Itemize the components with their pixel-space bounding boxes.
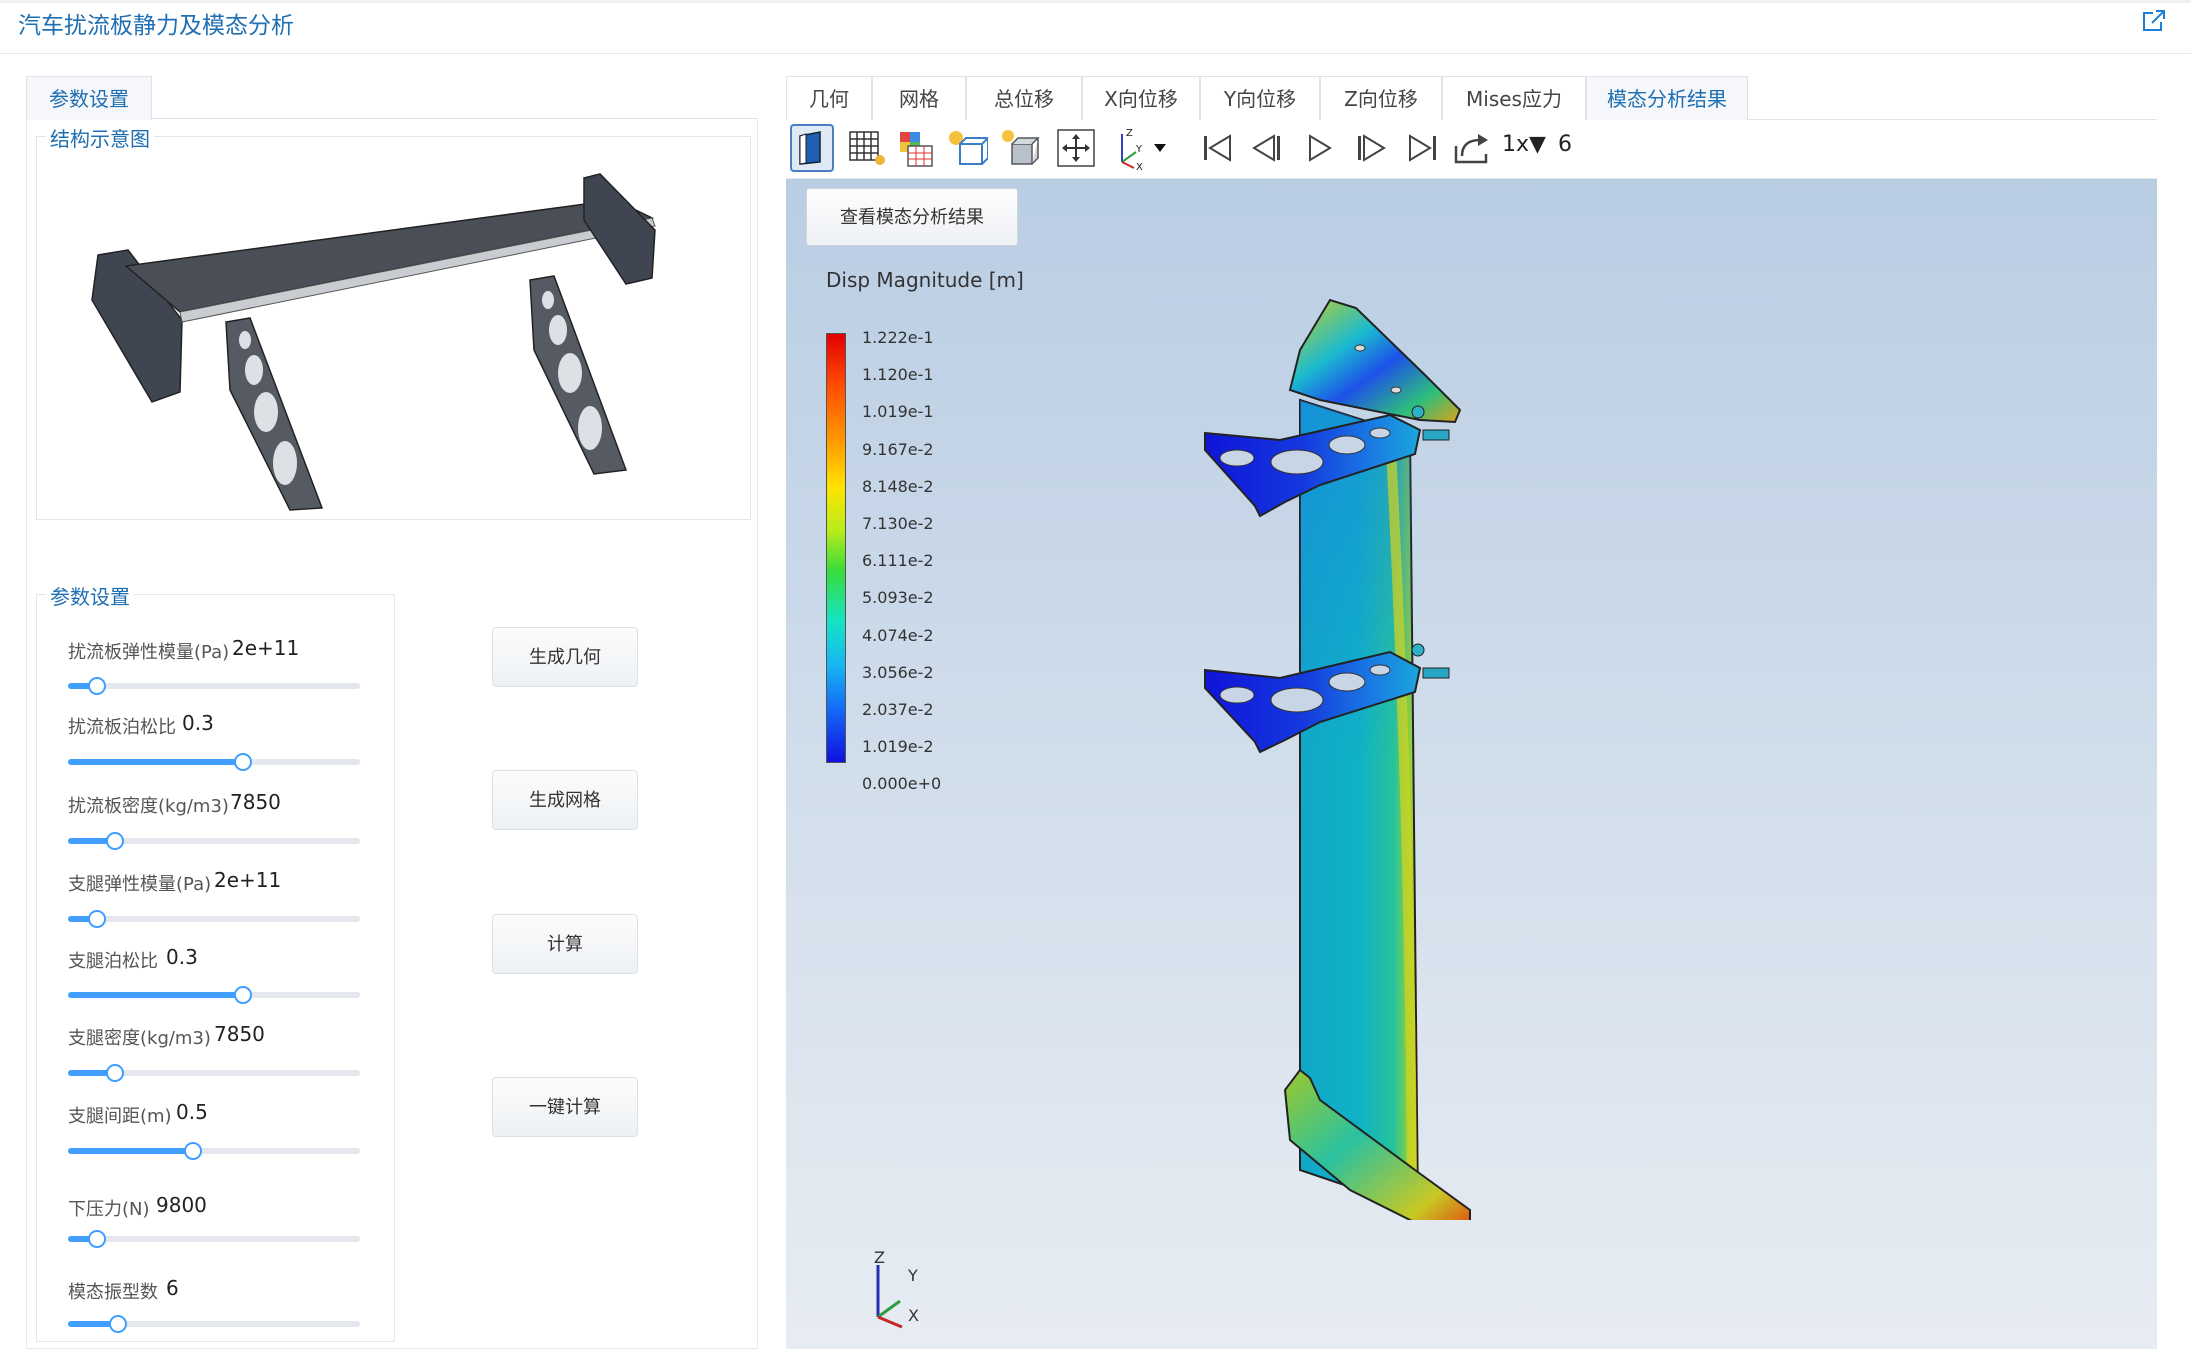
color-scale-label: 6.111e-2 [862, 551, 934, 571]
param-value-spoiler-poisson: 0.3 [182, 711, 214, 735]
tab-parameter-settings[interactable]: 参数设置 [26, 76, 152, 120]
param-value-leg-poisson: 0.3 [166, 945, 198, 969]
param-label-leg-modulus: 支腿弹性模量(Pa) [68, 874, 212, 895]
external-link-icon[interactable] [2141, 8, 2167, 34]
one-click-compute-button[interactable]: 一键计算 [492, 1077, 638, 1137]
tab-total-displacement[interactable]: 总位移 [966, 76, 1082, 120]
light-edges-icon[interactable] [944, 124, 988, 172]
wireframe-light-icon[interactable] [996, 124, 1040, 172]
legend-title: Disp Magnitude [m] [826, 268, 1024, 292]
slider-fill [68, 1148, 193, 1154]
svg-text:Z: Z [1126, 128, 1133, 139]
param-label-leg-density: 支腿密度(kg/m3) [68, 1028, 211, 1049]
param-value-leg-density: 7850 [214, 1022, 265, 1046]
slider-knob[interactable] [88, 910, 106, 928]
surface-view-icon[interactable] [790, 124, 834, 172]
svg-text:Y: Y [1135, 144, 1143, 155]
slider-fill [68, 992, 243, 998]
param-label-spoiler-poisson: 扰流板泊松比 [68, 717, 176, 738]
compute-button[interactable]: 计算 [492, 914, 638, 974]
tab-y-displacement[interactable]: Y向位移 [1200, 76, 1320, 120]
parameter-settings-title: 参数设置 [46, 581, 134, 610]
tab-geometry[interactable]: 几何 [786, 76, 872, 120]
color-scale-label: 3.056e-2 [862, 662, 934, 682]
color-scale-label: 9.167e-2 [862, 439, 934, 459]
tab-mises-stress[interactable]: Mises应力 [1442, 76, 1586, 120]
mesh-view-icon[interactable] [844, 124, 888, 172]
param-label-spoiler-modulus: 扰流板弹性模量(Pa) [68, 642, 230, 663]
tab-modal-analysis-results[interactable]: 模态分析结果 [1586, 76, 1748, 120]
app-header [0, 0, 2191, 54]
view-modal-results-button[interactable]: 查看模态分析结果 [806, 188, 1018, 246]
tab-x-displacement[interactable]: X向位移 [1082, 76, 1200, 120]
generate-mesh-button[interactable]: 生成网格 [492, 770, 638, 830]
svg-text:X: X [1136, 162, 1143, 172]
generate-geometry-button[interactable]: 生成几何 [492, 627, 638, 687]
tab-z-displacement[interactable]: Z向位移 [1320, 76, 1442, 120]
param-value-spoiler-density: 7850 [230, 790, 281, 814]
play-icon[interactable] [1298, 124, 1342, 172]
axis-x-label: X [908, 1306, 919, 1325]
color-scale-label: 1.019e-1 [862, 402, 934, 422]
color-scale-label: 0.000e+0 [862, 774, 942, 794]
slider-knob[interactable] [88, 677, 106, 695]
axis-y-label: Y [908, 1266, 918, 1285]
param-value-leg-modulus: 2e+11 [214, 868, 282, 892]
slider-knob[interactable] [234, 753, 252, 771]
fit-view-icon[interactable] [1054, 124, 1098, 172]
mode-frame-number[interactable]: 6 [1558, 132, 1572, 157]
color-scale-bar [826, 333, 846, 763]
color-scale-label: 4.074e-2 [862, 625, 934, 645]
color-scale-label: 2.037e-2 [862, 700, 934, 719]
modal-result-model [1204, 298, 1471, 1220]
param-label-downforce: 下压力(N) [68, 1199, 150, 1220]
export-icon[interactable] [1450, 124, 1494, 172]
structure-diagram-title: 结构示意图 [46, 123, 154, 152]
param-value-spoiler-modulus: 2e+11 [232, 636, 300, 660]
next-frame-icon[interactable] [1348, 124, 1392, 172]
param-label-spoiler-density: 扰流板密度(kg/m3) [68, 796, 229, 817]
slider-knob[interactable] [184, 1142, 202, 1160]
slider-knob[interactable] [234, 986, 252, 1004]
spoiler-structure-image [91, 173, 656, 511]
first-frame-icon[interactable] [1196, 124, 1240, 172]
slider-knob[interactable] [109, 1315, 127, 1333]
animation-speed-select[interactable]: 1x▼ [1502, 132, 1546, 157]
slider-leg-modulus[interactable] [68, 916, 360, 922]
orientation-triad [876, 1265, 903, 1329]
prev-frame-icon[interactable] [1246, 124, 1290, 172]
slider-knob[interactable] [106, 1064, 124, 1082]
slider-downforce[interactable] [68, 1236, 360, 1242]
param-label-mode-count: 模态振型数 [68, 1282, 158, 1303]
slider-knob[interactable] [106, 832, 124, 850]
slider-spoiler-modulus[interactable] [68, 683, 360, 689]
axis-z-label: Z [874, 1248, 885, 1267]
slider-fill [68, 759, 243, 765]
param-value-leg-spacing: 0.5 [176, 1100, 208, 1124]
slider-knob[interactable] [88, 1230, 106, 1248]
color-scale-label: 8.148e-2 [862, 476, 934, 496]
param-label-leg-poisson: 支腿泊松比 [68, 951, 158, 972]
param-value-mode-count: 6 [166, 1276, 179, 1300]
color-scale-label: 1.120e-1 [862, 365, 934, 385]
param-value-downforce: 9800 [156, 1193, 207, 1217]
tab-mesh[interactable]: 网格 [872, 76, 966, 120]
last-frame-icon[interactable] [1400, 124, 1444, 172]
color-scale-label: 5.093e-2 [862, 588, 934, 608]
grid-color-icon[interactable] [894, 124, 938, 172]
param-label-leg-spacing: 支腿间距(m) [68, 1106, 172, 1127]
app-title: 汽车扰流板静力及模态分析 [18, 13, 294, 39]
color-scale-label: 1.019e-2 [862, 737, 934, 757]
color-scale-label: 7.130e-2 [862, 514, 934, 533]
color-scale-label: 1.222e-1 [862, 328, 934, 347]
axes-orientation-icon[interactable]: Z Y X [1110, 124, 1170, 172]
